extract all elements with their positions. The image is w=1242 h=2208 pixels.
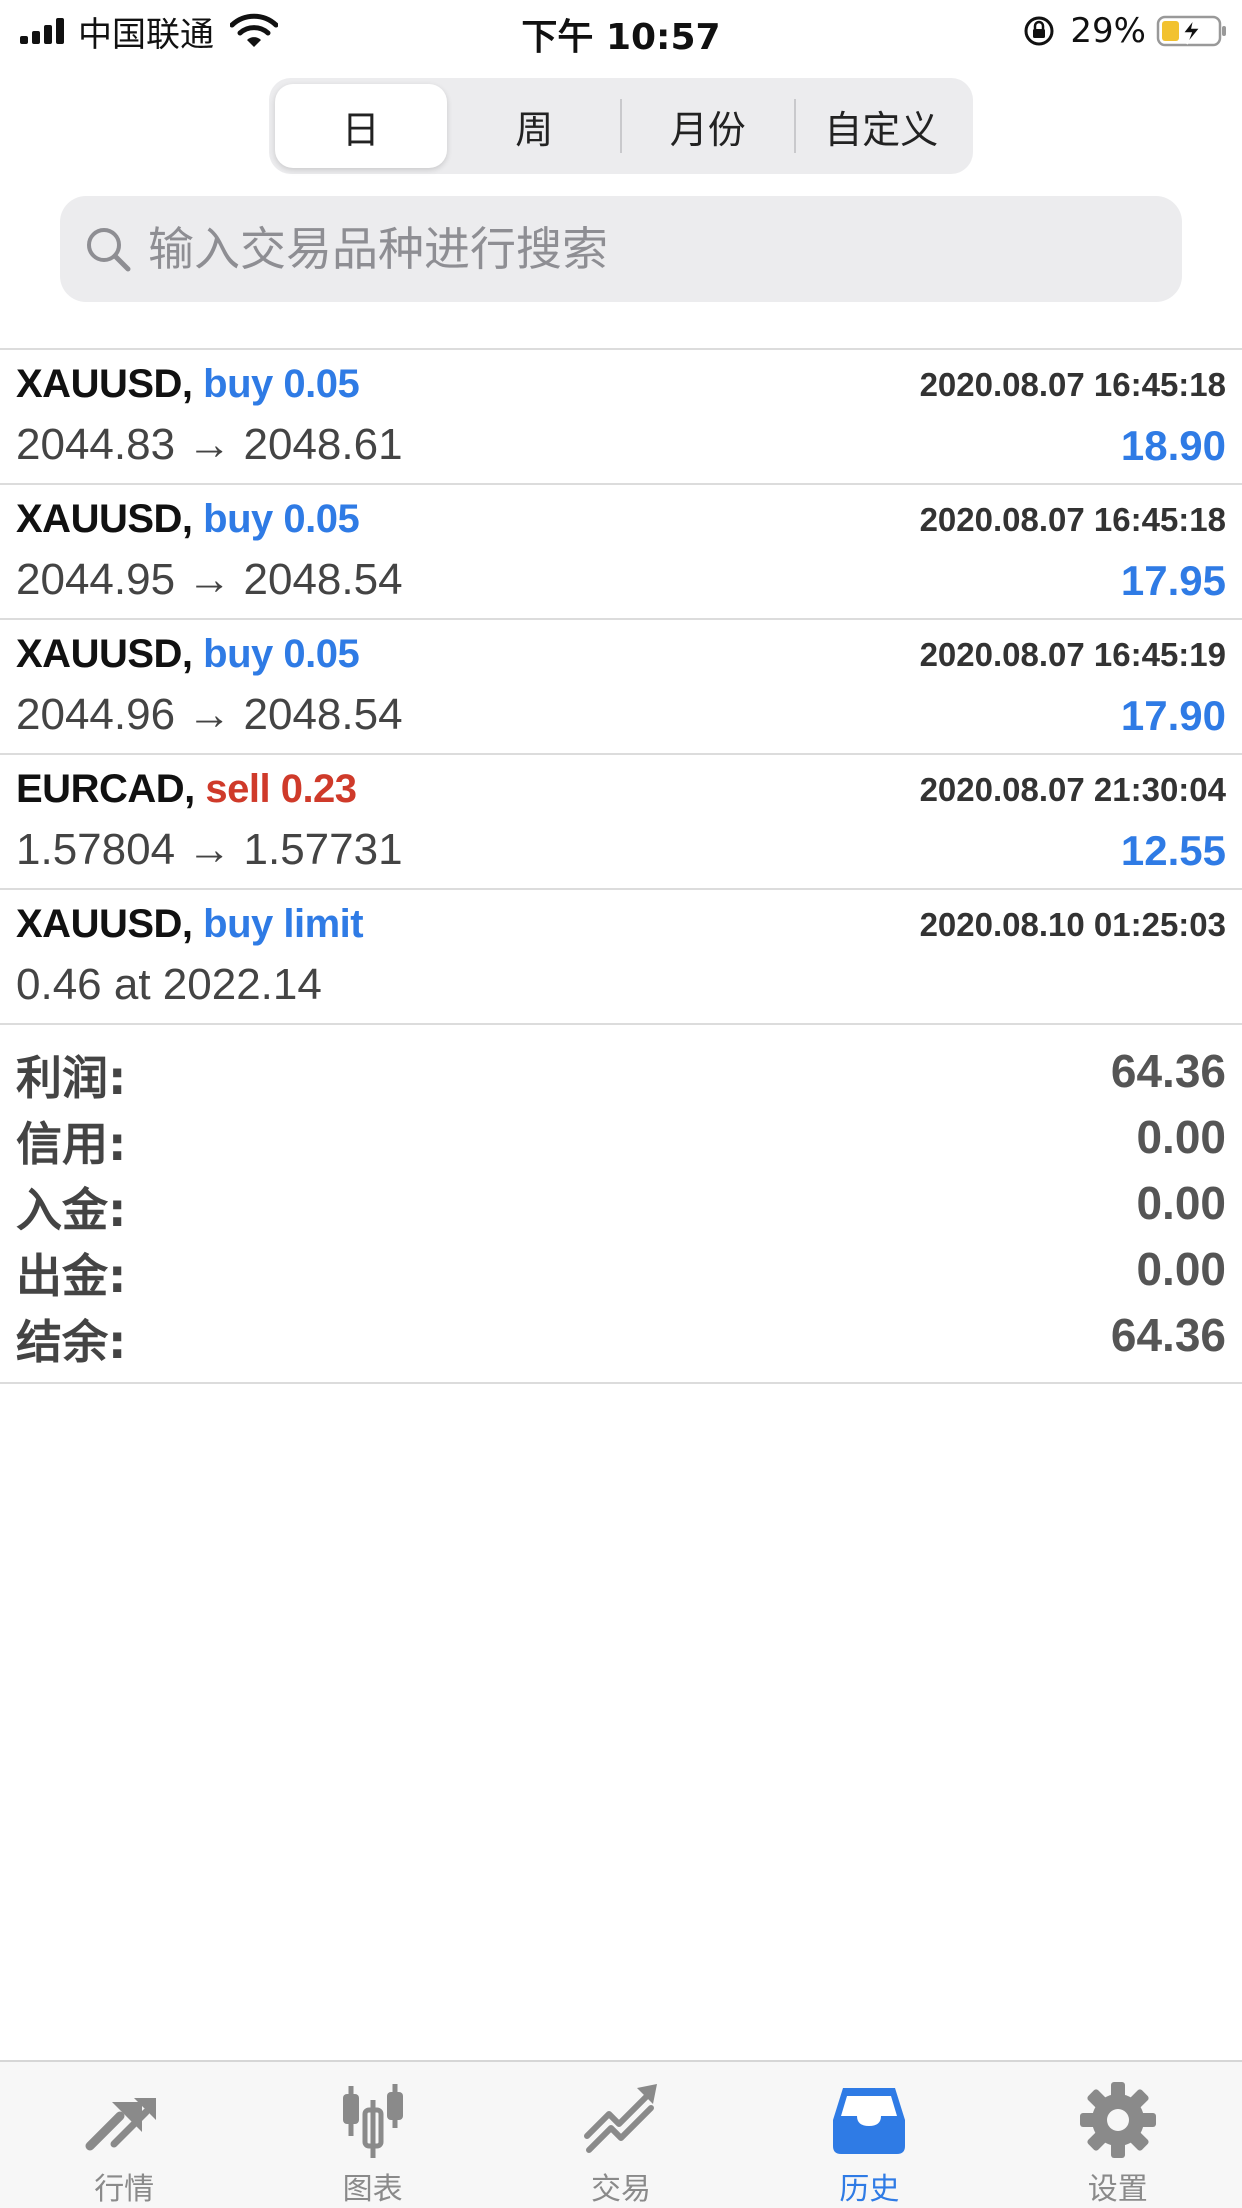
summary-row-balance: 结余: 64.36 [0,1302,1242,1369]
gear-icon [1079,2082,1156,2158]
summary-value: 0.00 [1136,1243,1226,1295]
trade-row[interactable]: XAUUSD, buy 0.05 2020.08.07 16:45:19 204… [0,620,1242,755]
trade-symbol: EURCAD, [16,767,195,811]
bottom-tab-bar: 行情 图表 交易 历史 设置 [0,2060,1242,2208]
trade-prices: 2044.83 → 2048.61 [16,420,403,469]
trade-symbol: XAUUSD, [16,497,193,541]
tab-label: 行情 [94,2172,155,2207]
battery-charging-icon [1156,15,1226,47]
search-bar[interactable] [60,196,1182,302]
summary-label: 结余: [16,1315,127,1369]
trade-profit: 17.95 [1120,557,1226,604]
trade-side: buy 0.05 [203,362,360,406]
segment-month[interactable]: 月份 [622,84,794,168]
trade-prices: 2044.95 → 2048.54 [16,555,403,604]
trade-side: buy limit [203,902,364,946]
trade-symbol-line: XAUUSD, buy 0.05 [16,497,360,542]
trade-trend-icon [583,2084,657,2153]
trade-symbol-line: XAUUSD, buy 0.05 [16,632,360,677]
summary-row-withdrawal: 出金: 0.00 [0,1236,1242,1303]
trade-prices: 1.57804 → 1.57731 [16,825,403,874]
segment-week[interactable]: 周 [449,84,621,168]
trade-symbol-line: XAUUSD, buy limit [16,902,364,947]
trade-symbol-line: XAUUSD, buy 0.05 [16,362,360,407]
tab-label: 图表 [342,2172,403,2207]
summary-value: 64.36 [1110,1309,1226,1361]
status-bar: 中国联通 下午 10:57 29% [0,0,1242,62]
trade-row[interactable]: XAUUSD, buy 0.05 2020.08.07 16:45:18 204… [0,485,1242,620]
trade-side: buy 0.05 [203,632,360,676]
summary-label: 信用: [16,1117,127,1171]
candlestick-chart-icon [342,2084,403,2158]
summary-row-credit: 信用: 0.00 [0,1104,1242,1171]
segment-day[interactable]: 日 [275,84,447,168]
summary-row-profit: 利润: 64.36 [0,1038,1242,1105]
trade-row[interactable]: EURCAD, sell 0.23 2020.08.07 21:30:04 1.… [0,755,1242,890]
trade-prices: 2044.96 → 2048.54 [16,690,403,739]
summary-label: 出金: [16,1249,127,1303]
segment-custom[interactable]: 自定义 [796,84,968,168]
trade-time: 2020.08.07 16:45:18 [919,366,1226,403]
trade-history-list: XAUUSD, buy 0.05 2020.08.07 16:45:18 204… [0,348,1242,1025]
summary-label: 利润: [16,1051,127,1105]
rotation-lock-icon [1024,16,1054,46]
tab-quotes[interactable]: 行情 [0,2062,248,2208]
trade-prices: 0.46 at 2022.14 [16,960,322,1009]
summary-value: 64.36 [1110,1045,1226,1097]
tab-label: 设置 [1087,2172,1148,2207]
tab-charts[interactable]: 图表 [248,2062,496,2208]
summary-value: 0.00 [1136,1177,1226,1229]
status-right: 29% [1022,10,1228,52]
summary-value: 0.00 [1136,1111,1226,1163]
tab-label: 交易 [590,2172,651,2207]
trade-profit: 17.90 [1120,692,1226,739]
trade-symbol: XAUUSD, [16,632,193,676]
search-icon [87,228,131,272]
search-input[interactable] [148,222,1128,276]
tab-settings[interactable]: 设置 [994,2062,1242,2208]
trade-profit: 18.90 [1120,422,1226,469]
quotes-arrows-icon [85,2098,157,2151]
summary-label: 入金: [16,1183,127,1237]
trade-side: buy 0.05 [203,497,360,541]
trade-symbol: XAUUSD, [16,902,193,946]
trade-time: 2020.08.07 16:45:18 [919,501,1226,538]
summary-row-deposit: 入金: 0.00 [0,1170,1242,1237]
tab-history[interactable]: 历史 [745,2062,993,2208]
battery-percent: 29% [1070,11,1146,51]
period-segmented-control: 日 周 月份 自定义 [269,78,973,174]
tab-label: 历史 [839,2172,900,2207]
trade-time: 2020.08.07 21:30:04 [919,771,1226,808]
trade-row[interactable]: XAUUSD, buy 0.05 2020.08.07 16:45:18 204… [0,350,1242,485]
account-summary: 利润: 64.36 信用: 0.00 入金: 0.00 出金: 0.00 结余:… [0,1026,1242,1384]
trade-symbol-line: EURCAD, sell 0.23 [16,767,357,812]
tab-trade[interactable]: 交易 [497,2062,745,2208]
inbox-tray-icon [833,2088,906,2154]
trade-time: 2020.08.07 16:45:19 [919,636,1226,673]
trade-symbol: XAUUSD, [16,362,193,406]
trade-row[interactable]: XAUUSD, buy limit 2020.08.10 01:25:03 0.… [0,890,1242,1025]
trade-profit: 12.55 [1120,827,1226,874]
trade-side: sell 0.23 [205,767,357,811]
trade-time: 2020.08.10 01:25:03 [919,906,1226,943]
